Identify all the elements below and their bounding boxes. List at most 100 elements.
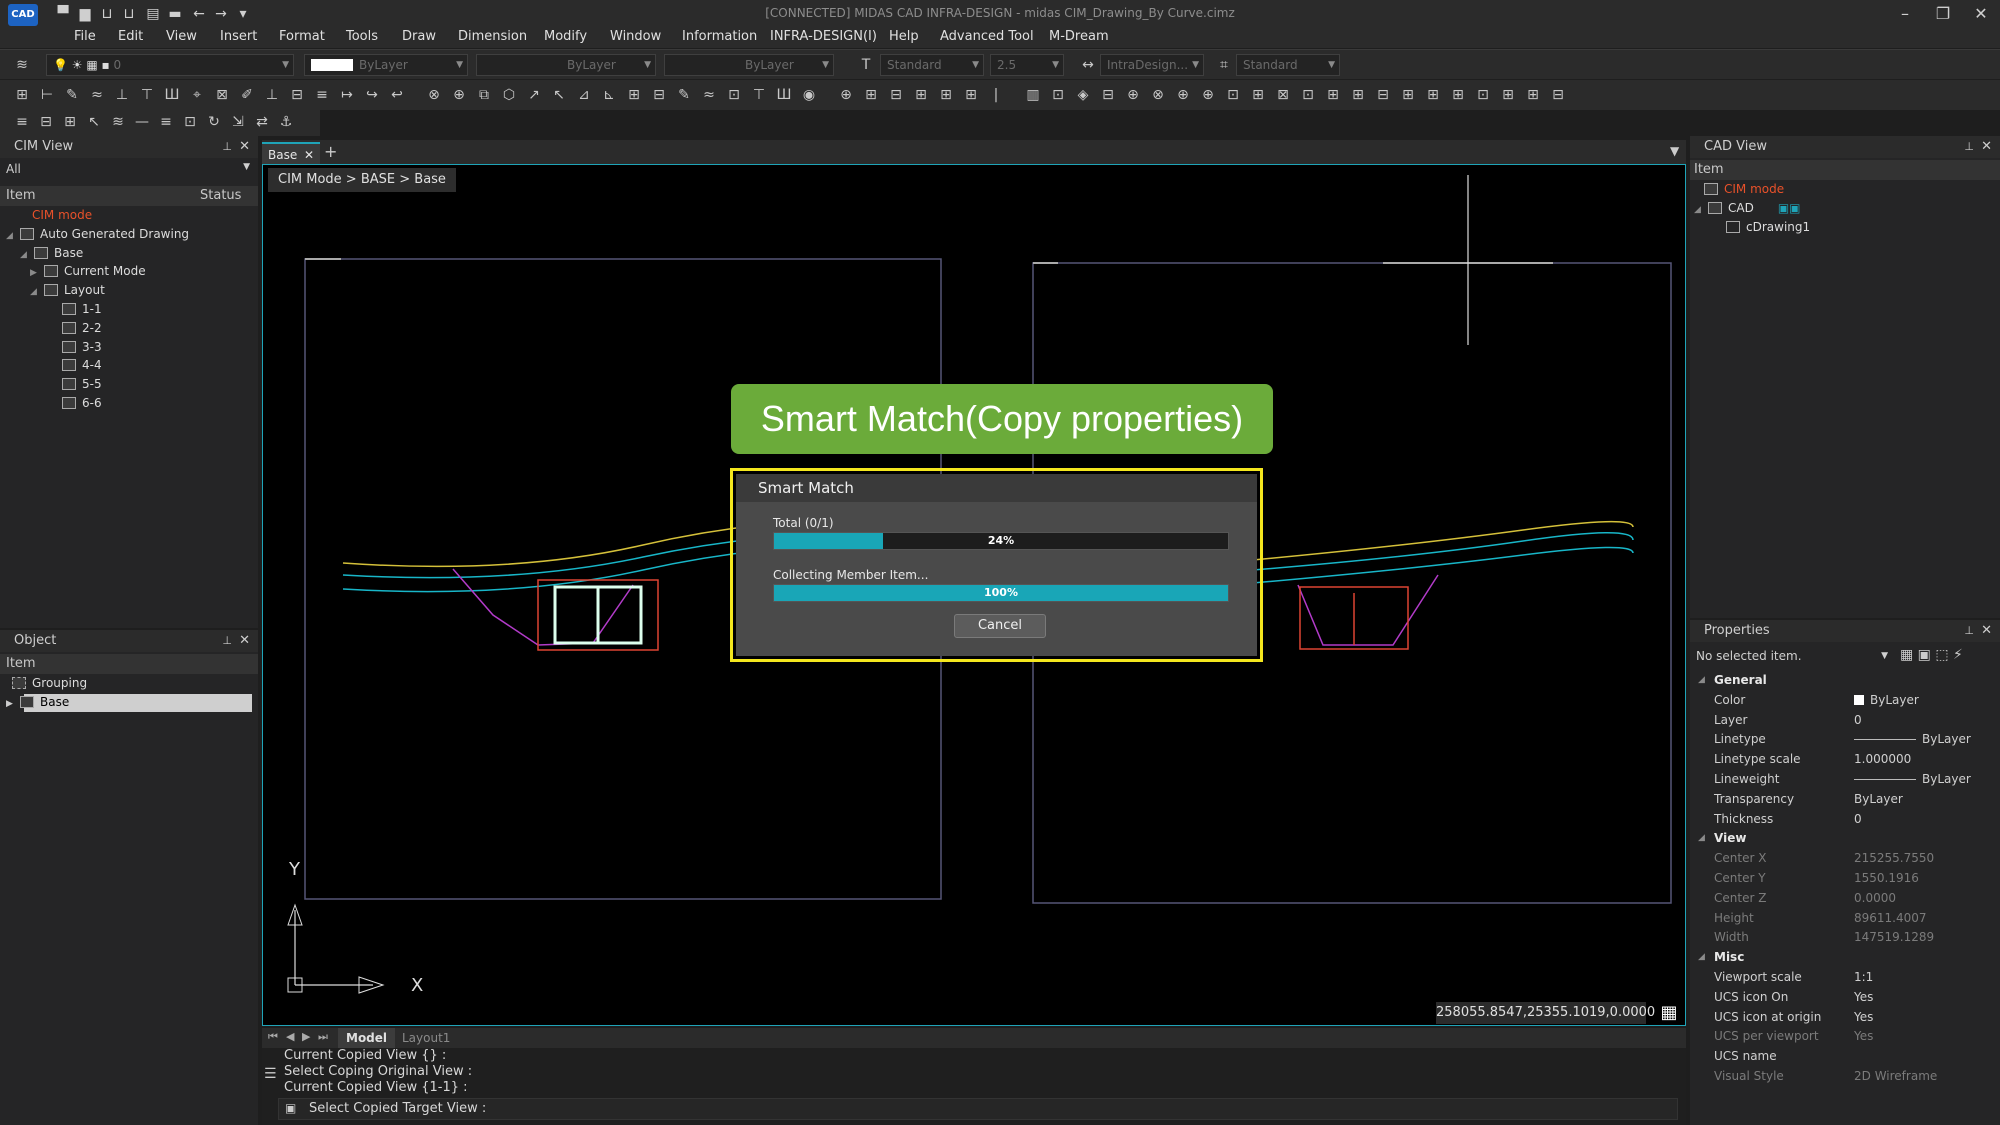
- cancel-button[interactable]: Cancel: [954, 614, 1046, 638]
- tool-icon-5[interactable]: ⊥: [112, 85, 132, 105]
- tool-icon-60[interactable]: ⊞: [1523, 85, 1543, 105]
- cad-tree-cim-mode[interactable]: CIM mode: [1704, 180, 1784, 198]
- tool-icon-46[interactable]: ⊕: [1173, 85, 1193, 105]
- property-row[interactable]: Center Z 0.0000: [1690, 888, 2000, 908]
- tool-icon-24[interactable]: ⊾: [599, 85, 619, 105]
- collapse-arrow-icon[interactable]: ◢: [1698, 828, 1705, 848]
- tool-icon-35[interactable]: ⊟: [886, 85, 906, 105]
- close-icon[interactable]: ✕: [1981, 620, 1992, 642]
- tool-icon-57[interactable]: ⊞: [1448, 85, 1468, 105]
- menu-draw[interactable]: Draw: [402, 29, 436, 44]
- close-tab-icon[interactable]: ✕: [304, 144, 314, 166]
- collapse-arrow-icon[interactable]: ◢: [1698, 947, 1705, 967]
- command-menu-icon[interactable]: ☰: [264, 1066, 277, 1082]
- property-row[interactable]: UCS name: [1690, 1046, 2000, 1066]
- tool-icon-4[interactable]: ≈: [87, 85, 107, 105]
- snap-tool-icon-12[interactable]: ⚓: [276, 112, 296, 132]
- tool-icon-1[interactable]: ⊞: [12, 85, 32, 105]
- tab-list-dropdown-icon[interactable]: ▼: [1670, 144, 1679, 158]
- snap-tool-icon-11[interactable]: ⇄: [252, 112, 272, 132]
- tool-icon-26[interactable]: ⊟: [649, 85, 669, 105]
- tool-icon-20[interactable]: ⬡: [499, 85, 519, 105]
- property-row[interactable]: Visual Style 2D Wireframe: [1690, 1066, 2000, 1086]
- snap-tool-icon-9[interactable]: ↻: [204, 112, 224, 132]
- snap-tool-icon-10[interactable]: ⇲: [228, 112, 248, 132]
- tool-icon-36[interactable]: ⊞: [911, 85, 931, 105]
- tool-icon-53[interactable]: ⊞: [1348, 85, 1368, 105]
- pin-icon[interactable]: ⊥: [222, 630, 232, 652]
- tool-icon-32[interactable]: ◉: [799, 85, 819, 105]
- tab-layout1[interactable]: Layout1: [402, 1028, 450, 1048]
- tool-icon-21[interactable]: ↗: [524, 85, 544, 105]
- layer-manager-icon[interactable]: ≋: [12, 55, 32, 75]
- menu-edit[interactable]: Edit: [118, 29, 143, 44]
- snap-tool-icon-3[interactable]: ⊞: [60, 112, 80, 132]
- view-mode-icons[interactable]: ▣▣: [1778, 201, 1801, 215]
- restore-button[interactable]: ❐: [1926, 2, 1960, 26]
- tool-icon-29[interactable]: ⊡: [724, 85, 744, 105]
- color-combo[interactable]: ByLayer ▼: [304, 54, 468, 76]
- cim-tree-item[interactable]: 1-1: [62, 300, 102, 318]
- tool-icon-42[interactable]: ◈: [1073, 85, 1093, 105]
- cim-tree-item[interactable]: 4-4: [62, 356, 102, 374]
- tab-model[interactable]: Model: [338, 1028, 396, 1048]
- tool-icon-54[interactable]: ⊟: [1373, 85, 1393, 105]
- tool-icon-19[interactable]: ⧉: [474, 85, 494, 105]
- tool-icon-13[interactable]: ≡: [312, 85, 332, 105]
- menu-dimension[interactable]: Dimension: [458, 29, 527, 44]
- property-row[interactable]: Width 147519.1289: [1690, 927, 2000, 947]
- tool-icon-12[interactable]: ⊟: [287, 85, 307, 105]
- tool-icon-37[interactable]: ⊞: [936, 85, 956, 105]
- viewport-grid-icon[interactable]: ▦: [1658, 1002, 1680, 1024]
- tool-icon-39[interactable]: |: [986, 85, 1006, 105]
- property-row[interactable]: Center Y 1550.1916: [1690, 868, 2000, 888]
- tool-icon-23[interactable]: ⊿: [574, 85, 594, 105]
- cad-tree-cdrawing1[interactable]: cDrawing1: [1726, 218, 1810, 236]
- tool-icon-25[interactable]: ⊞: [624, 85, 644, 105]
- tool-icon-11[interactable]: ⊥: [262, 85, 282, 105]
- tool-icon-49[interactable]: ⊞: [1248, 85, 1268, 105]
- minimize-button[interactable]: –: [1888, 2, 1922, 26]
- tool-icon-17[interactable]: ⊗: [424, 85, 444, 105]
- command-input[interactable]: ▣ Select Copied Target View :: [278, 1098, 1678, 1120]
- expand-arrow-icon[interactable]: ◢: [6, 227, 20, 245]
- menu-tools[interactable]: Tools: [346, 29, 378, 44]
- expand-arrow-icon[interactable]: ▶: [30, 264, 44, 282]
- expand-arrow-icon[interactable]: ▶: [6, 695, 20, 713]
- tab-base[interactable]: Base ✕: [262, 142, 320, 164]
- menu-m-dream[interactable]: M-Dream: [1049, 29, 1109, 44]
- tool-icon-48[interactable]: ⊡: [1223, 85, 1243, 105]
- cim-tree-item[interactable]: CIM mode: [32, 206, 92, 224]
- tool-icon-33[interactable]: ⊕: [836, 85, 856, 105]
- menu-file[interactable]: File: [74, 29, 96, 44]
- tool-icon-52[interactable]: ⊞: [1323, 85, 1343, 105]
- tool-icon-9[interactable]: ⊠: [212, 85, 232, 105]
- property-row[interactable]: Height 89611.4007: [1690, 908, 2000, 928]
- menu-window[interactable]: Window: [610, 29, 661, 44]
- tool-icon-34[interactable]: ⊞: [861, 85, 881, 105]
- tool-icon-31[interactable]: Ш: [774, 85, 794, 105]
- cim-tree-item[interactable]: ▶ Current Mode: [30, 262, 146, 282]
- property-row[interactable]: Lineweight ByLayer: [1690, 769, 2000, 789]
- property-row[interactable]: Center X 215255.7550: [1690, 848, 2000, 868]
- pin-icon[interactable]: ⊥: [222, 136, 232, 158]
- tool-icon-55[interactable]: ⊞: [1398, 85, 1418, 105]
- tool-icon-30[interactable]: ⊤: [749, 85, 769, 105]
- tool-icon-47[interactable]: ⊕: [1198, 85, 1218, 105]
- property-row[interactable]: Thickness 0: [1690, 809, 2000, 829]
- tool-icon-40[interactable]: ▥: [1023, 85, 1043, 105]
- menu-view[interactable]: View: [166, 29, 197, 44]
- tool-icon-2[interactable]: ⊢: [37, 85, 57, 105]
- selection-select[interactable]: No selected item. ▼: [1692, 646, 1892, 666]
- tool-icon-8[interactable]: ⌖: [187, 85, 207, 105]
- property-section-view[interactable]: ◢ View: [1690, 828, 2000, 848]
- quick-select-icon[interactable]: ▦ ▣ ⬚ ⚡: [1900, 647, 1963, 663]
- property-row[interactable]: UCS per viewport Yes: [1690, 1026, 2000, 1046]
- snap-tool-icon-4[interactable]: ↖: [84, 112, 104, 132]
- cim-tree-item[interactable]: 5-5: [62, 375, 102, 393]
- tool-icon-51[interactable]: ⊡: [1298, 85, 1318, 105]
- prev-layout-icon[interactable]: ◀: [286, 1030, 294, 1043]
- pin-icon[interactable]: ⊥: [1964, 136, 1974, 158]
- tool-icon-38[interactable]: ⊞: [961, 85, 981, 105]
- cim-tree-item[interactable]: ◢ Auto Generated Drawing: [6, 225, 189, 245]
